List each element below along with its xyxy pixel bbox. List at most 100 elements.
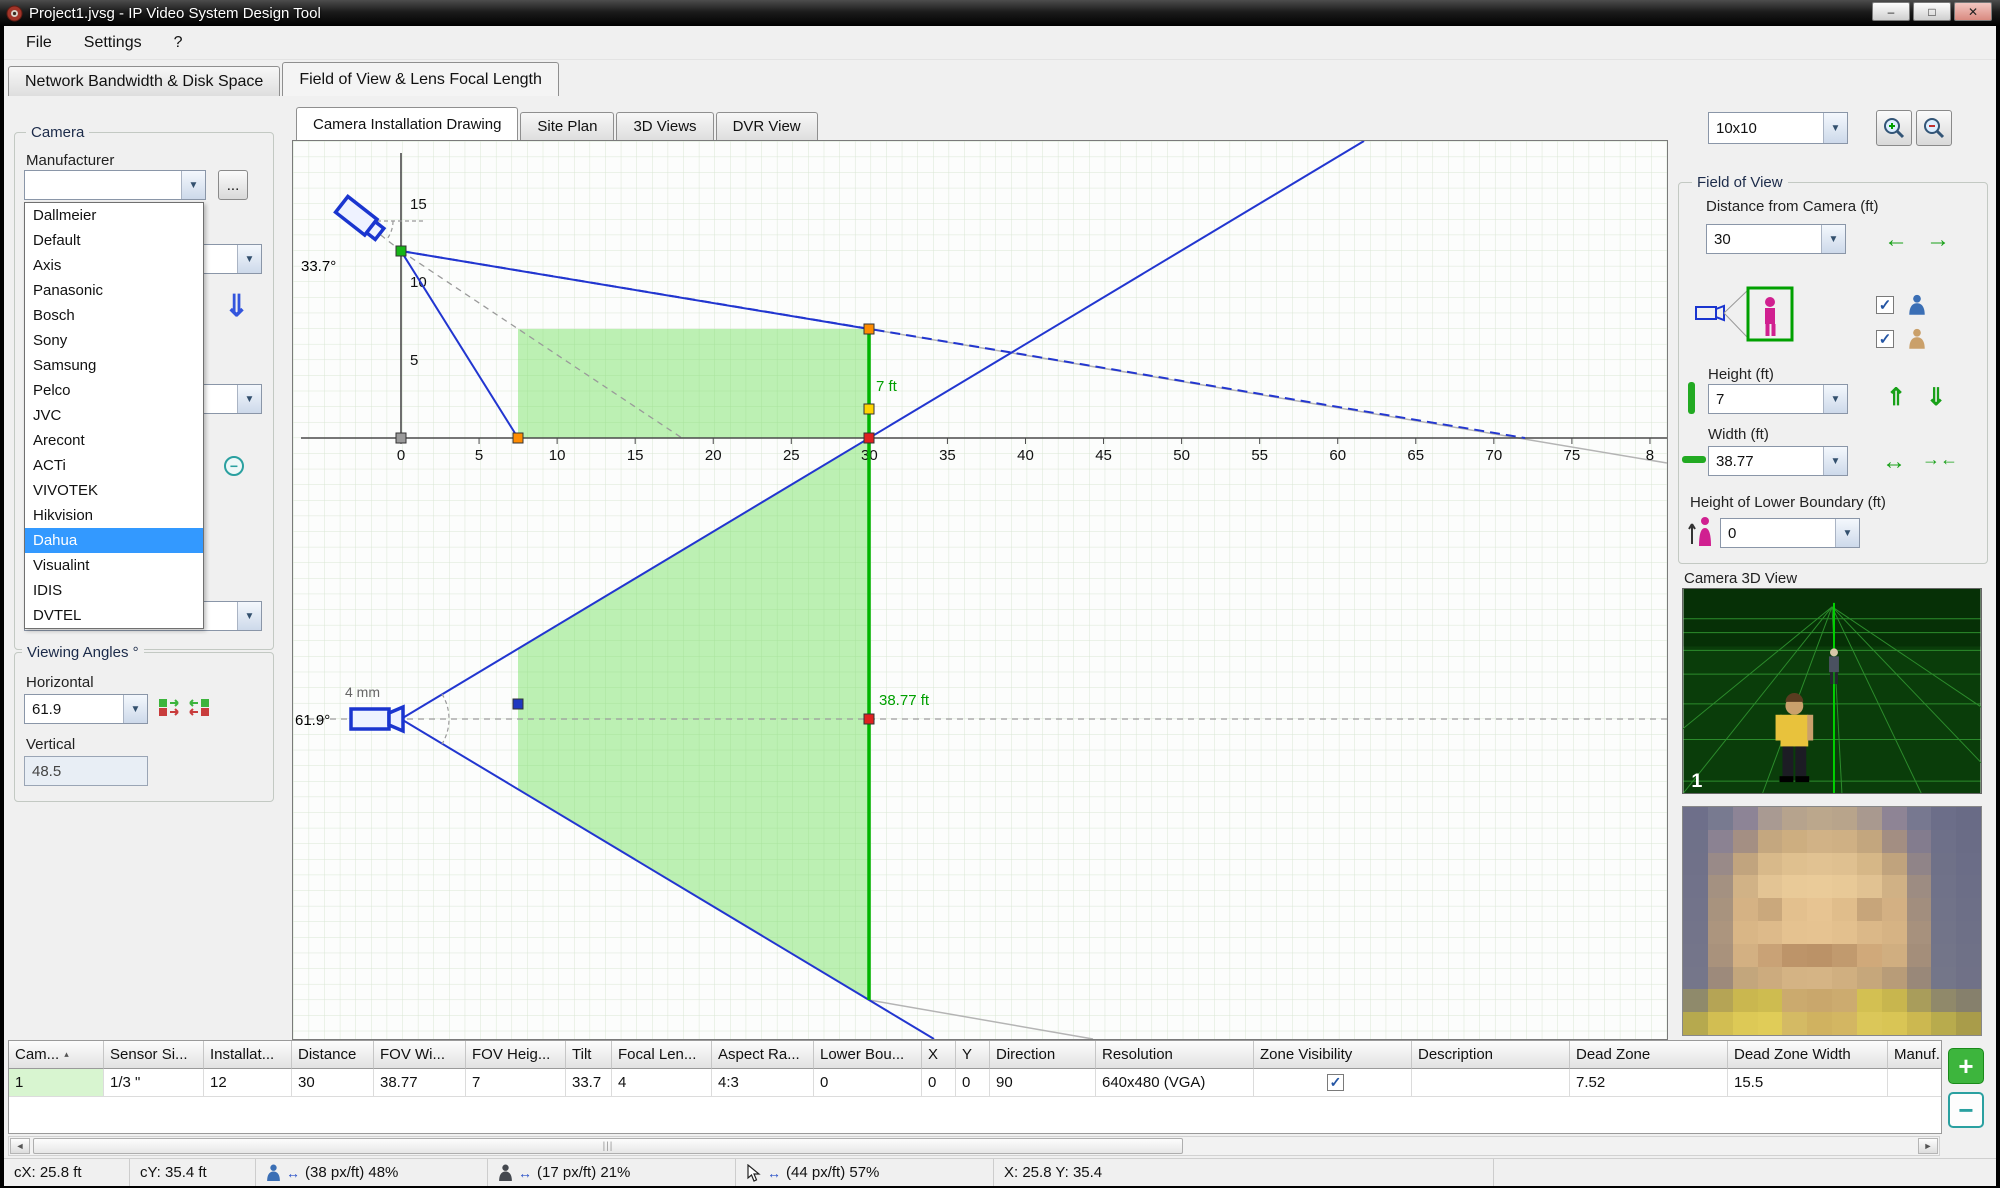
tab-site-plan[interactable]: Site Plan	[520, 112, 614, 140]
column-header[interactable]: Installat...	[204, 1041, 292, 1069]
show-person-2-checkbox[interactable]: ✓	[1876, 330, 1894, 348]
remove-camera-button[interactable]: −	[1948, 1092, 1984, 1128]
manufacturer-option[interactable]: Sony	[25, 328, 203, 353]
camera-3d-view[interactable]: 1	[1682, 588, 1982, 794]
column-header[interactable]: Manuf...	[1888, 1041, 1942, 1069]
table-cell[interactable]: 0	[956, 1069, 990, 1097]
table-cell[interactable]: 640x480 (VGA)	[1096, 1069, 1254, 1097]
table-cell[interactable]: 12	[204, 1069, 292, 1097]
column-header[interactable]: Distance	[292, 1041, 374, 1069]
manufacturer-option[interactable]: VIVOTEK	[25, 478, 203, 503]
angle-preset-narrow-icon[interactable]	[188, 696, 210, 722]
manufacturer-option[interactable]: Panasonic	[25, 278, 203, 303]
manufacturer-option[interactable]: ACTi	[25, 453, 203, 478]
table-cell[interactable]: 4	[612, 1069, 712, 1097]
table-cell[interactable]: 1	[9, 1069, 104, 1097]
menu-settings[interactable]: Settings	[70, 30, 156, 56]
handle-target-center[interactable]	[864, 714, 874, 724]
show-person-1-checkbox[interactable]: ✓	[1876, 296, 1894, 314]
maximize-button[interactable]: □	[1913, 2, 1951, 21]
table-cell[interactable]: 7	[466, 1069, 566, 1097]
column-header[interactable]: Direction	[990, 1041, 1096, 1069]
manufacturer-option[interactable]: IDIS	[25, 578, 203, 603]
chevron-down-icon[interactable]: ▼	[1823, 113, 1847, 143]
manufacturer-option[interactable]: Dallmeier	[25, 203, 203, 228]
transfer-down-icon[interactable]: ⇓	[224, 292, 249, 322]
remove-icon[interactable]: −	[224, 456, 244, 476]
handle-target-ground[interactable]	[864, 433, 874, 443]
minimize-button[interactable]: –	[1872, 2, 1910, 21]
scrollbar-thumb[interactable]: |||	[33, 1138, 1183, 1154]
table-cell[interactable]	[1888, 1069, 1942, 1097]
manufacturer-option[interactable]: Bosch	[25, 303, 203, 328]
table-cell[interactable]: 7.52	[1570, 1069, 1728, 1097]
manufacturer-option[interactable]: DVTEL	[25, 603, 203, 628]
chevron-down-icon[interactable]: ▼	[237, 245, 261, 273]
column-header[interactable]: X	[922, 1041, 956, 1069]
table-cell[interactable]: 90	[990, 1069, 1096, 1097]
table-cell[interactable]: 1/3 "	[104, 1069, 204, 1097]
chevron-down-icon[interactable]: ▼	[1835, 519, 1859, 547]
handle-camera-height[interactable]	[396, 246, 406, 256]
column-header[interactable]: Aspect Ra...	[712, 1041, 814, 1069]
height-combobox[interactable]: 7 ▼	[1708, 384, 1848, 414]
handle-eye-level[interactable]	[864, 404, 874, 414]
table-cell[interactable]: 0	[922, 1069, 956, 1097]
height-decrease-arrow[interactable]: ⇓	[1926, 386, 1946, 410]
chevron-down-icon[interactable]: ▼	[1821, 225, 1845, 253]
table-cell[interactable]: ✓	[1254, 1069, 1412, 1097]
table-cell[interactable]: 33.7	[566, 1069, 612, 1097]
add-camera-button[interactable]: +	[1948, 1048, 1984, 1084]
camera-icon-top-view[interactable]	[351, 707, 403, 731]
manufacturer-combobox[interactable]: ▼	[24, 170, 206, 200]
manufacturer-option[interactable]: Samsung	[25, 353, 203, 378]
zoom-out-button[interactable]	[1916, 110, 1952, 146]
column-header[interactable]: Zone Visibility	[1254, 1041, 1412, 1069]
table-cell[interactable]: 15.5	[1728, 1069, 1888, 1097]
distance-increase-arrow[interactable]: →	[1926, 228, 1950, 252]
handle-target-top[interactable]	[864, 324, 874, 334]
close-button[interactable]: ✕	[1954, 2, 1992, 21]
grid-scale-combobox[interactable]: 10x10 ▼	[1708, 112, 1848, 144]
manufacturer-option[interactable]: Visualint	[25, 553, 203, 578]
installation-drawing-area[interactable]: 051015202530354045505560657075851015 33.…	[292, 140, 1668, 1040]
handle-near-width[interactable]	[513, 699, 523, 709]
manufacturer-option[interactable]: Default	[25, 228, 203, 253]
chevron-down-icon[interactable]: ▼	[237, 602, 261, 630]
table-cell[interactable]: 38.77	[374, 1069, 466, 1097]
angle-preset-wide-icon[interactable]	[158, 696, 180, 722]
column-header[interactable]: Dead Zone Width	[1728, 1041, 1888, 1069]
menu-help[interactable]: ?	[160, 30, 197, 56]
column-header[interactable]: FOV Wi...	[374, 1041, 466, 1069]
chevron-down-icon[interactable]: ▼	[1823, 447, 1847, 475]
tab-field-of-view[interactable]: Field of View & Lens Focal Length	[282, 62, 559, 96]
menu-file[interactable]: File	[12, 30, 66, 56]
manufacturer-option[interactable]: Pelco	[25, 378, 203, 403]
column-header[interactable]: FOV Heig...	[466, 1041, 566, 1069]
column-header[interactable]: Description	[1412, 1041, 1570, 1069]
width-combobox[interactable]: 38.77 ▼	[1708, 446, 1848, 476]
scroll-right-icon[interactable]: ►	[1918, 1138, 1938, 1154]
tab-network-bandwidth[interactable]: Network Bandwidth & Disk Space	[8, 66, 280, 96]
height-increase-arrow[interactable]: ⇑	[1886, 386, 1906, 410]
chevron-down-icon[interactable]: ▼	[1823, 385, 1847, 413]
chevron-down-icon[interactable]: ▼	[181, 171, 205, 199]
tab-3d-views[interactable]: 3D Views	[616, 112, 713, 140]
manufacturer-option[interactable]: Dahua	[25, 528, 203, 553]
table-cell[interactable]	[1412, 1069, 1570, 1097]
manufacturer-option[interactable]: Hikvision	[25, 503, 203, 528]
tab-dvr-view[interactable]: DVR View	[716, 112, 818, 140]
manufacturer-option[interactable]: Arecont	[25, 428, 203, 453]
handle-origin[interactable]	[396, 433, 406, 443]
column-header[interactable]: Tilt	[566, 1041, 612, 1069]
handle-dead-zone[interactable]	[513, 433, 523, 443]
column-header[interactable]: Sensor Si...	[104, 1041, 204, 1069]
column-header[interactable]: Lower Bou...	[814, 1041, 922, 1069]
installation-drawing-canvas[interactable]: 051015202530354045505560657075851015 33.…	[293, 141, 1667, 1039]
column-header[interactable]: Cam...▴	[9, 1041, 104, 1069]
chevron-down-icon[interactable]: ▼	[237, 385, 261, 413]
table-cell[interactable]: 4:3	[712, 1069, 814, 1097]
manufacturer-option[interactable]: Axis	[25, 253, 203, 278]
manufacturer-option[interactable]: JVC	[25, 403, 203, 428]
distance-combobox[interactable]: 30 ▼	[1706, 224, 1846, 254]
